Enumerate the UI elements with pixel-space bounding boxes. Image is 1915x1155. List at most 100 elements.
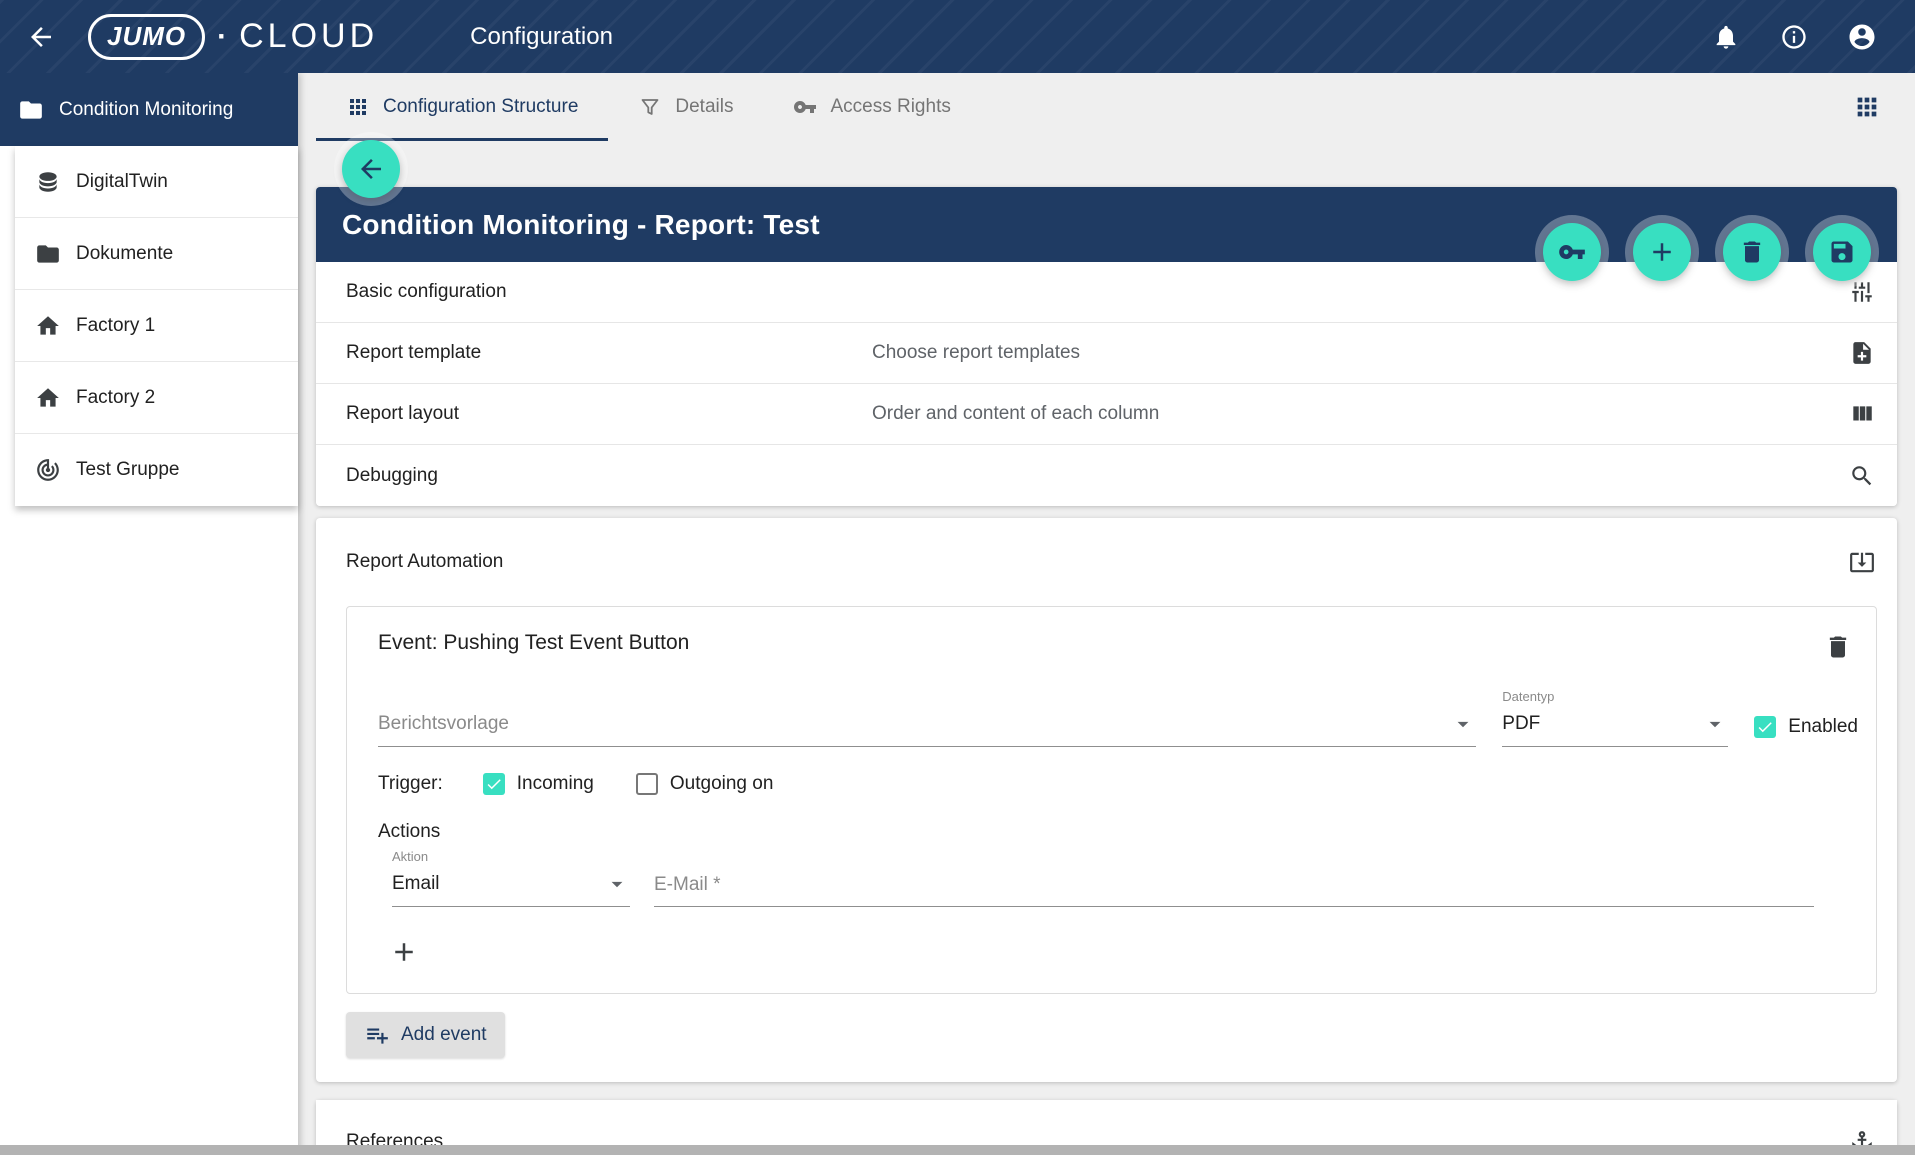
bell-icon bbox=[1712, 23, 1740, 51]
trigger-label: Trigger: bbox=[378, 773, 443, 795]
config-row-debugging[interactable]: Debugging bbox=[316, 445, 1897, 506]
section-title: Report Automation bbox=[346, 551, 503, 573]
funnel-icon bbox=[638, 95, 662, 119]
tab-label: Details bbox=[675, 96, 733, 118]
basic-configuration-card: Condition Monitoring - Report: Test bbox=[316, 187, 1897, 506]
key-icon bbox=[793, 95, 817, 119]
add-action-button[interactable] bbox=[385, 933, 423, 971]
tab-details[interactable]: Details bbox=[608, 73, 763, 141]
folder-icon bbox=[35, 241, 61, 267]
delete-fab-button[interactable] bbox=[1723, 223, 1781, 281]
main-content: Configuration Structure Details Access R… bbox=[298, 73, 1915, 1155]
tab-access-rights[interactable]: Access Rights bbox=[763, 73, 980, 141]
page-content: Condition Monitoring - Report: Test bbox=[298, 187, 1915, 1155]
header-action-buttons bbox=[1543, 223, 1871, 281]
email-field[interactable] bbox=[654, 868, 1814, 907]
page-title: Condition Monitoring - Report: Test bbox=[342, 209, 820, 241]
event-title: Event: Pushing Test Event Button bbox=[378, 627, 689, 655]
home-icon bbox=[35, 385, 61, 411]
sidebar-item-dokumente[interactable]: Dokumente bbox=[15, 218, 298, 290]
notifications-button[interactable] bbox=[1703, 14, 1749, 60]
select-value: Email bbox=[392, 873, 440, 895]
plus-icon bbox=[389, 937, 419, 967]
sidebar-item-label: Dokumente bbox=[76, 243, 173, 265]
add-fab-button[interactable] bbox=[1633, 223, 1691, 281]
sidebar-item-label: DigitalTwin bbox=[76, 171, 168, 193]
topbar-actions bbox=[1703, 14, 1885, 60]
sidebar-item-factory-1[interactable]: Factory 1 bbox=[15, 290, 298, 362]
event-config-row: Berichtsvorlage Datentyp PDF bbox=[363, 689, 1858, 747]
arrow-back-icon bbox=[26, 22, 56, 52]
view-grid-button[interactable] bbox=[1845, 85, 1889, 129]
berichtsvorlage-select[interactable]: Berichtsvorlage bbox=[378, 705, 1476, 747]
info-button[interactable] bbox=[1771, 14, 1817, 60]
sidebar-item-label: Factory 2 bbox=[76, 387, 155, 409]
add-event-button[interactable]: Add event bbox=[346, 1012, 505, 1058]
datentyp-field: Datentyp PDF bbox=[1502, 689, 1728, 747]
checkbox-label: Outgoing on bbox=[670, 773, 774, 795]
brand-separator: · bbox=[217, 20, 227, 54]
sidebar-item-label: Test Gruppe bbox=[76, 459, 180, 481]
columns-icon bbox=[1849, 401, 1875, 427]
main-layout: Condition Monitoring DigitalTwin Dokumen… bbox=[0, 73, 1915, 1155]
trigger-row: Trigger: Incoming Outgoing on bbox=[363, 773, 1858, 795]
incoming-checkbox[interactable] bbox=[483, 773, 505, 795]
tab-label: Access Rights bbox=[830, 96, 950, 118]
checkbox-label: Enabled bbox=[1788, 716, 1858, 738]
brand-logo: JUMO · CLOUD bbox=[88, 14, 378, 60]
target-icon bbox=[35, 457, 61, 483]
sidebar-children: DigitalTwin Dokumente Factory 1 Factory … bbox=[15, 146, 298, 506]
sidebar-item-label: Condition Monitoring bbox=[59, 99, 233, 121]
sliders-icon bbox=[1849, 279, 1875, 305]
trash-icon bbox=[1738, 238, 1766, 266]
back-fab-button[interactable] bbox=[342, 140, 400, 198]
field-label: Datentyp bbox=[1502, 689, 1728, 704]
delete-event-button[interactable] bbox=[1818, 627, 1858, 667]
aktion-select[interactable]: Email bbox=[392, 865, 630, 907]
outgoing-checkbox-group[interactable]: Outgoing on bbox=[636, 773, 774, 795]
sidebar-item-factory-2[interactable]: Factory 2 bbox=[15, 362, 298, 434]
sidebar-item-digitaltwin[interactable]: DigitalTwin bbox=[15, 146, 298, 218]
dropdown-arrow-icon bbox=[604, 871, 630, 897]
config-row-report-template[interactable]: Report template Choose report templates bbox=[316, 323, 1897, 384]
sidebar-item-condition-monitoring[interactable]: Condition Monitoring bbox=[0, 73, 298, 146]
account-button[interactable] bbox=[1839, 14, 1885, 60]
sidebar: Condition Monitoring DigitalTwin Dokumen… bbox=[0, 73, 298, 1155]
sidebar-item-label: Factory 1 bbox=[76, 315, 155, 337]
dropdown-arrow-icon bbox=[1702, 711, 1728, 737]
sidebar-item-test-gruppe[interactable]: Test Gruppe bbox=[15, 434, 298, 506]
home-icon bbox=[35, 313, 61, 339]
grid-icon bbox=[346, 95, 370, 119]
tab-bar: Configuration Structure Details Access R… bbox=[298, 73, 1915, 141]
save-fab-button[interactable] bbox=[1813, 223, 1871, 281]
field-label: Aktion bbox=[392, 849, 630, 864]
inbox-download-icon[interactable] bbox=[1849, 549, 1875, 575]
enabled-checkbox-group[interactable]: Enabled bbox=[1754, 716, 1858, 747]
search-icon bbox=[1849, 463, 1875, 489]
row-value: Choose report templates bbox=[872, 342, 1849, 364]
grid-icon bbox=[1853, 93, 1881, 121]
back-button[interactable] bbox=[18, 14, 64, 60]
report-automation-header: Report Automation bbox=[316, 518, 1897, 606]
checkbox-label: Incoming bbox=[517, 773, 594, 795]
cloud-logo: CLOUD bbox=[239, 17, 378, 56]
app-title: Configuration bbox=[470, 23, 613, 51]
tab-configuration-structure[interactable]: Configuration Structure bbox=[316, 73, 608, 141]
check-icon bbox=[485, 775, 503, 793]
config-row-report-layout[interactable]: Report layout Order and content of each … bbox=[316, 384, 1897, 445]
tab-label: Configuration Structure bbox=[383, 96, 578, 118]
report-automation-card: Report Automation Event: Pushing Test Ev… bbox=[316, 518, 1897, 1082]
access-key-fab-button[interactable] bbox=[1543, 223, 1601, 281]
incoming-checkbox-group[interactable]: Incoming bbox=[483, 773, 594, 795]
datentyp-select[interactable]: PDF bbox=[1502, 705, 1728, 747]
horizontal-scrollbar[interactable] bbox=[0, 1145, 1915, 1155]
enabled-checkbox[interactable] bbox=[1754, 716, 1776, 738]
event-header: Event: Pushing Test Event Button bbox=[363, 627, 1858, 667]
aktion-field: Aktion Email bbox=[392, 849, 630, 907]
outgoing-checkbox[interactable] bbox=[636, 773, 658, 795]
check-icon bbox=[1756, 718, 1774, 736]
info-icon bbox=[1780, 23, 1808, 51]
account-icon bbox=[1847, 22, 1877, 52]
actions-heading: Actions bbox=[363, 821, 1858, 843]
jumo-logo: JUMO bbox=[88, 14, 205, 60]
